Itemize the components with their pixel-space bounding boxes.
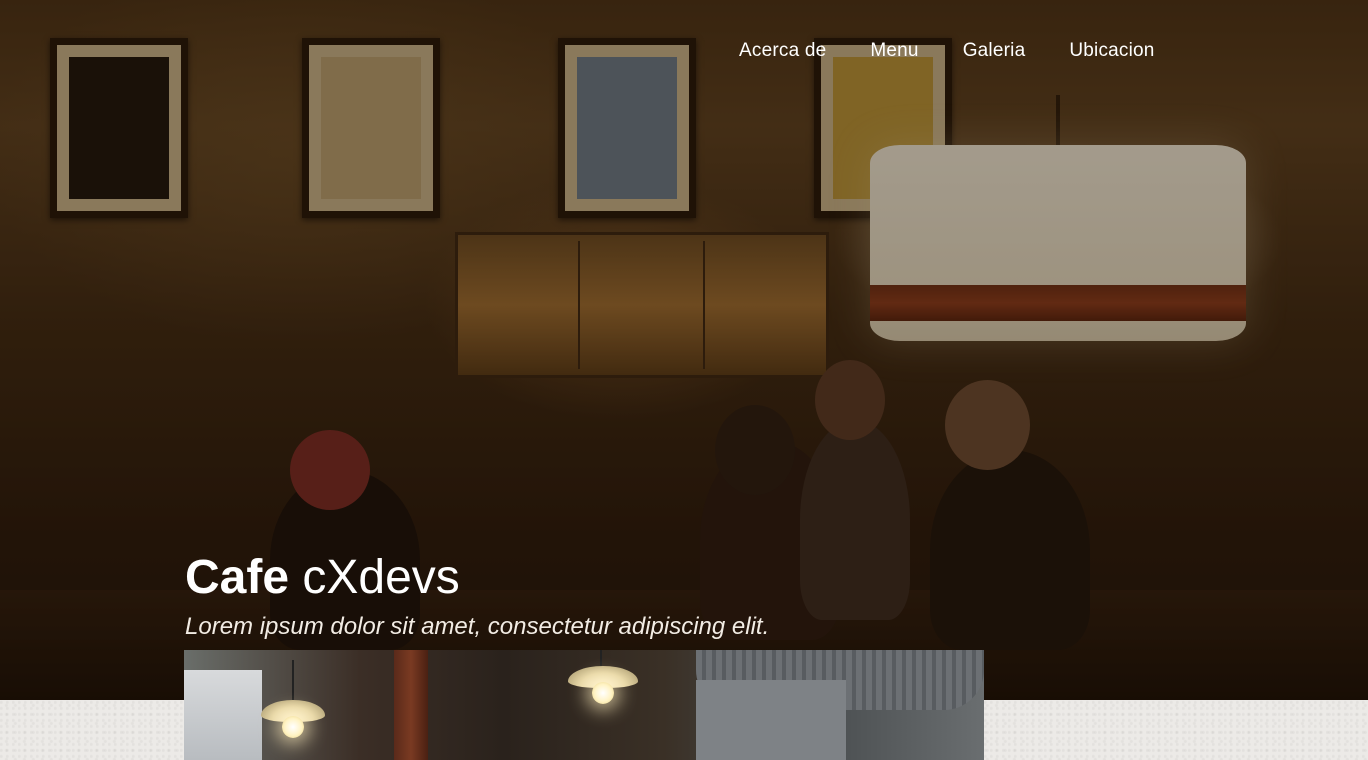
pendant-cord (292, 660, 294, 700)
site-title: Cafe cXdevs (185, 548, 460, 608)
nav-link-menu[interactable]: Menu (870, 40, 918, 62)
photo-beam (394, 650, 428, 760)
light-bulb-icon (592, 682, 614, 704)
feature-photo (184, 650, 984, 760)
photo-window (184, 670, 262, 760)
nav-link-ubicacion[interactable]: Ubicacion (1069, 40, 1154, 62)
site-title-bold: Cafe (185, 551, 290, 604)
hero-tagline: Lorem ipsum dolor sit amet, consectetur … (185, 613, 770, 640)
nav-link-galeria[interactable]: Galeria (963, 40, 1026, 62)
photo-panel (696, 680, 846, 760)
main-nav: Acerca de Menu Galeria Ubicacion (739, 40, 1155, 62)
site-title-light: cXdevs (302, 551, 460, 604)
light-bulb-icon (282, 716, 304, 738)
nav-link-acerca-de[interactable]: Acerca de (739, 40, 826, 62)
